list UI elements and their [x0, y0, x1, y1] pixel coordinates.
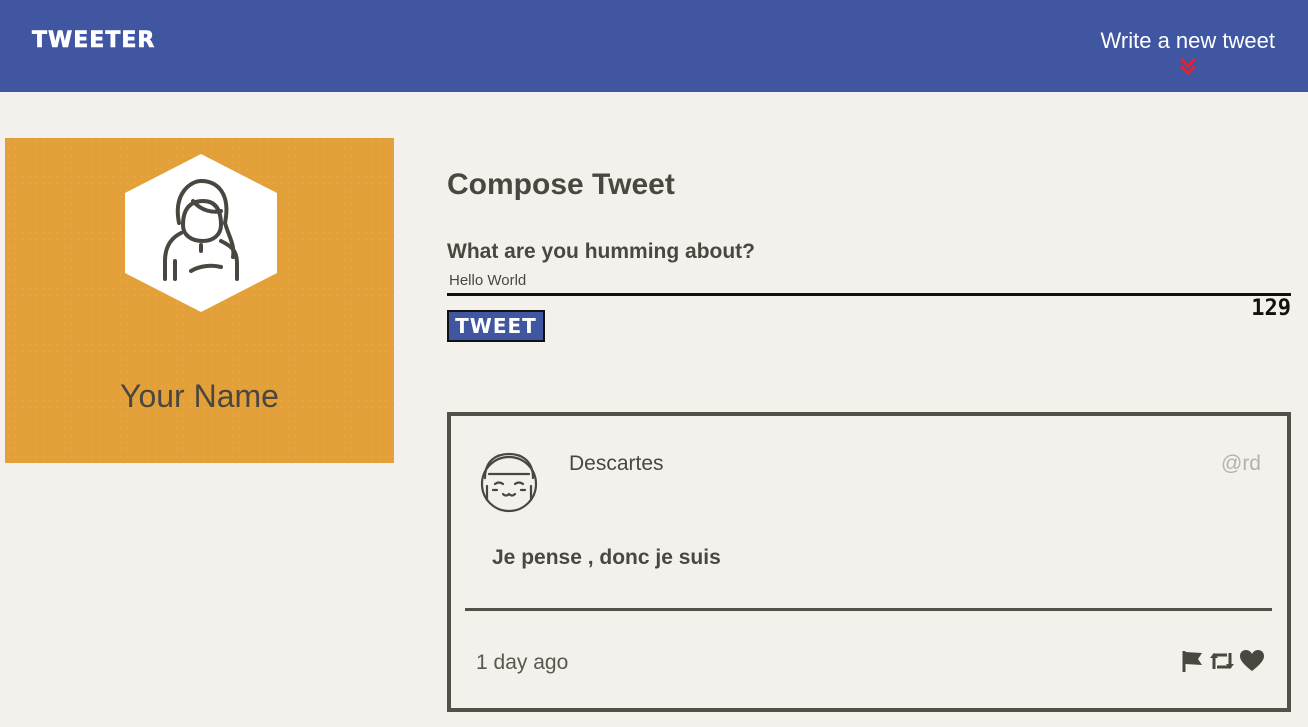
compose-title: Compose Tweet: [447, 168, 675, 201]
flag-icon[interactable]: [1181, 649, 1205, 678]
character-counter: 129: [1251, 296, 1291, 321]
tweet-button[interactable]: TWEET: [447, 310, 545, 342]
heart-icon[interactable]: [1239, 649, 1265, 678]
tweet-actions: [1181, 649, 1265, 678]
tweet-textarea[interactable]: [447, 268, 1291, 296]
retweet-icon[interactable]: [1209, 649, 1235, 678]
tweet-prompt-label: What are you humming about?: [447, 240, 755, 263]
double-chevron-down-icon: [1179, 57, 1196, 76]
tweet-content: Je pense , donc je suis: [492, 546, 721, 569]
tweet-author-handle: @rd: [1221, 452, 1261, 475]
write-new-tweet-label: Write a new tweet: [1100, 28, 1275, 53]
profile-card: Your Name: [5, 138, 394, 463]
top-navbar: TWEETER Write a new tweet: [0, 0, 1308, 92]
brand-logo[interactable]: TWEETER: [32, 28, 155, 54]
tweet-card: Descartes @rd Je pense , donc je suis 1 …: [447, 412, 1291, 712]
tweet-timestamp: 1 day ago: [476, 651, 569, 674]
write-new-tweet-link[interactable]: Write a new tweet: [1101, 28, 1275, 76]
tweet-author-name: Descartes: [569, 452, 664, 475]
smiling-face-avatar-icon: [480, 452, 538, 513]
user-avatar-icon: [125, 154, 277, 312]
tweet-divider: [465, 608, 1272, 611]
profile-name: Your Name: [120, 378, 279, 414]
